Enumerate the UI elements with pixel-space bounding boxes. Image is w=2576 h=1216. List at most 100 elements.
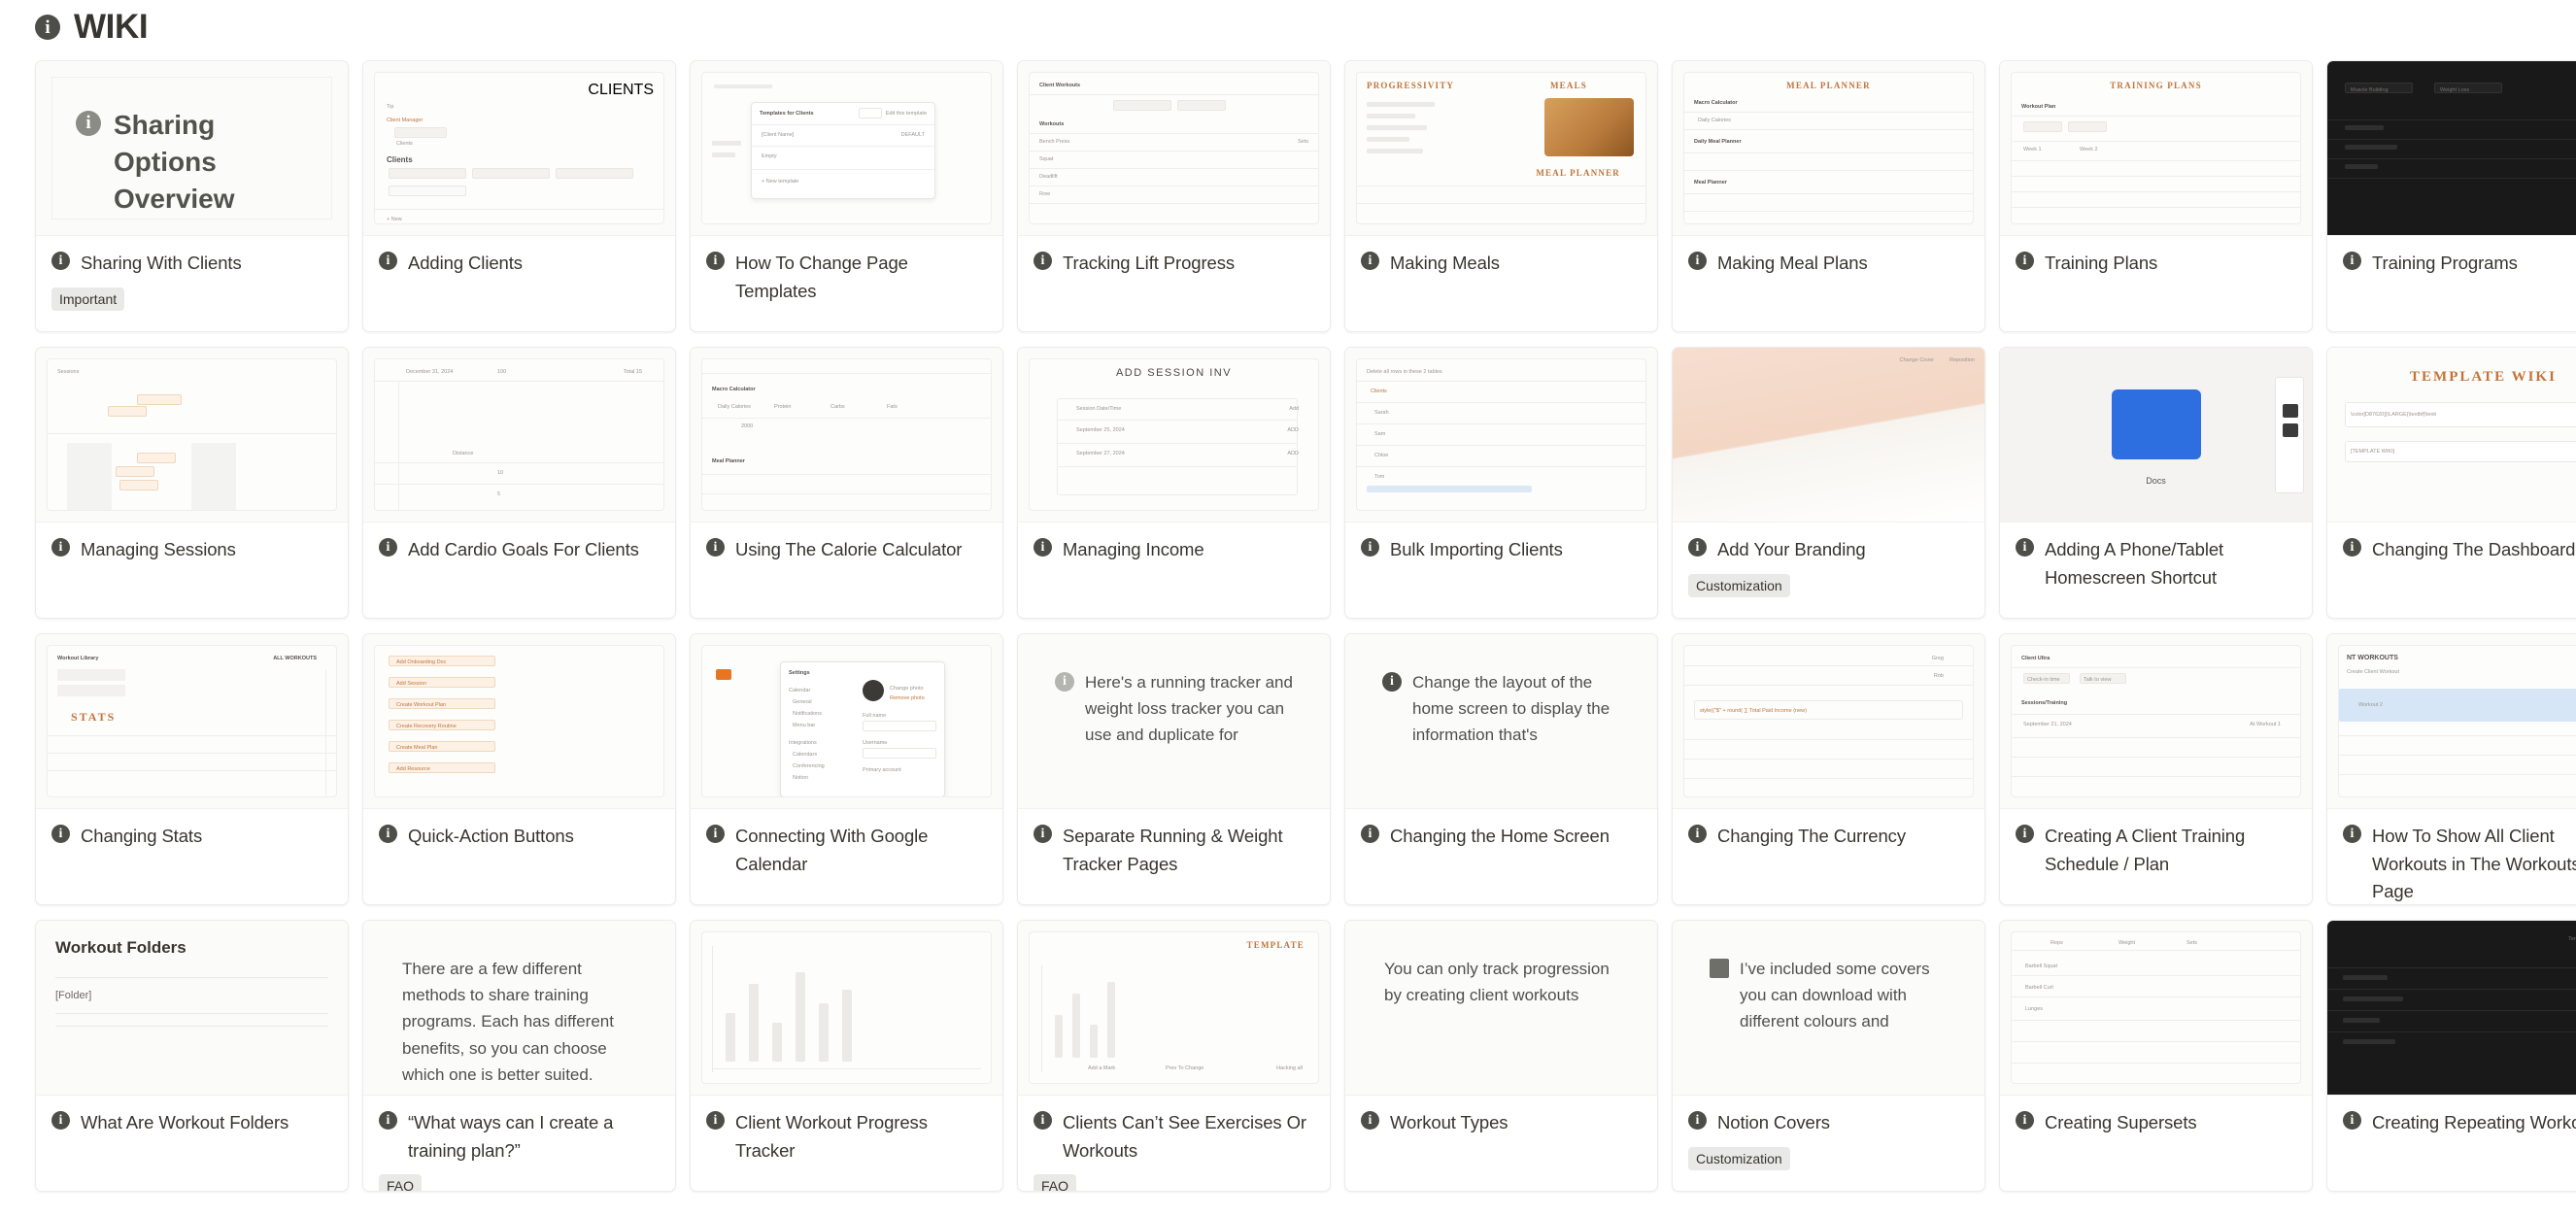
wiki-card[interactable]: There are a few different methods to sha… <box>362 920 676 1192</box>
cover-line: \color[D87620]{\LARGE{\textbf{\texti <box>2351 412 2437 418</box>
wiki-card[interactable]: Delete all rows in these 2 tables Client… <box>1344 347 1658 619</box>
wiki-card[interactable]: TEMPLATE Add a Mark Prev To Change Hacki… <box>1017 920 1331 1192</box>
wiki-card[interactable]: Workout Folders [Folder] i What Are Work… <box>35 920 349 1192</box>
card-body: i What Are Workout Folders <box>36 1096 348 1191</box>
card-body: i Sharing With Clients Important <box>36 236 348 331</box>
cover-line: style(("$" + round( ∑ Total Paid Income … <box>1700 708 1807 714</box>
card-title: Changing The Dashboard Color <box>2372 539 2576 559</box>
card-body: i Changing The Dashboard Color <box>2327 523 2576 618</box>
cover-line: Chloe <box>1374 453 1389 458</box>
wiki-card[interactable]: i Client Workout Progress Tracker <box>690 920 1003 1192</box>
wiki-card[interactable]: Sessions i Managing Sessions <box>35 347 349 619</box>
wiki-card[interactable]: ADD SESSION INV Session Date/Time Add Se… <box>1017 347 1331 619</box>
cover-text: There are a few different methods to sha… <box>402 960 614 1084</box>
wiki-card[interactable]: You can only track progression by creati… <box>1344 920 1658 1192</box>
cover-line: Check-in time <box>2027 677 2060 683</box>
cover-line: Greg <box>1931 656 1944 661</box>
info-icon: i <box>1382 672 1402 692</box>
wiki-card[interactable]: December 31, 2024 100 Total 15 Distance … <box>362 347 676 619</box>
wiki-card[interactable]: TRAINING PLANS Workout Plan Week 1 Week … <box>1999 60 2313 332</box>
cover-text: You can only track progression by creati… <box>1384 960 1610 1005</box>
cover-line: Settings <box>789 670 810 676</box>
wiki-card[interactable]: Reps Weight Sets Barbell Squat Barbell C… <box>1999 920 2313 1192</box>
card-title-row: i Changing Stats <box>51 823 332 851</box>
wiki-card[interactable]: Macro Calculator Daily Calories Protein … <box>690 347 1003 619</box>
cover-line: Workout Plan <box>2021 104 2056 110</box>
cover-line: Meal Planner <box>712 458 745 464</box>
cover-line: Notion <box>793 775 808 781</box>
card-body: i Making Meal Plans <box>1673 236 1984 331</box>
card-body: i Notion Covers Customization <box>1673 1096 1984 1191</box>
card-title: Making Meal Plans <box>1717 253 1868 273</box>
cover-line: Add Onboarding Doc <box>396 659 447 665</box>
info-icon: i <box>1034 538 1052 557</box>
cover-preview: PROGRESSIVITY MEALS MEAL PLANNER <box>1356 72 1646 224</box>
cover-line: Distance <box>453 451 474 456</box>
cover-heading: PROGRESSIVITY <box>1367 81 1455 90</box>
cover-chip <box>859 108 882 118</box>
cover-preview: Templates for Clients Edit this template… <box>701 72 992 224</box>
card-title: Add Cardio Goals For Clients <box>408 539 639 559</box>
wiki-card[interactable]: i Here's a running tracker and weight lo… <box>1017 633 1331 905</box>
card-title: Clients Can’t See Exercises Or Workouts <box>1063 1112 1306 1161</box>
info-icon: i <box>379 252 397 270</box>
cover-line: Change Cover <box>1899 357 1934 363</box>
wiki-card[interactable]: NT WORKOUTS Create Client Workout Workou… <box>2326 633 2576 905</box>
card-cover: December 31, 2024 100 Total 15 Distance … <box>363 348 675 523</box>
cover-line: Muscle Building <box>2351 87 2389 93</box>
card-body: i Making Meals <box>1345 236 1657 331</box>
page-title: WIKI <box>74 8 149 46</box>
card-title-row: i Connecting With Google Calendar <box>706 823 987 878</box>
wiki-card[interactable]: Client Workouts Workouts Bench Press Squ… <box>1017 60 1331 332</box>
cover-line: 10 <box>497 470 504 476</box>
cover-line: Primary account <box>863 767 901 773</box>
wiki-card[interactable]: i Sharing Options Overview i Sharing Wit… <box>35 60 349 332</box>
card-title-row: i Using The Calorie Calculator <box>706 536 987 564</box>
card-body: i Changing Stats <box>36 809 348 904</box>
card-title-row: i Creating A Client Training Schedule / … <box>2016 823 2296 878</box>
wiki-card[interactable]: Client Ultra Check-in time Talk to view … <box>1999 633 2313 905</box>
cover-line: Sam <box>1374 431 1386 437</box>
wiki-card[interactable]: Workout Library ALL WORKOUTS STATS i Cha… <box>35 633 349 905</box>
card-title: How To Change Page Templates <box>735 253 908 301</box>
cover-line: Protein <box>774 404 792 410</box>
wiki-card[interactable]: PROGRESSIVITY MEALS MEAL PLANNER i Makin <box>1344 60 1658 332</box>
tag-row: Customization <box>1688 573 1969 597</box>
cover-line: DEFAULT <box>900 132 925 138</box>
cover-line: Workout Library <box>57 656 99 661</box>
card-title-row: i Quick-Action Buttons <box>379 823 660 851</box>
wiki-card[interactable]: i Change the layout of the home screen t… <box>1344 633 1658 905</box>
wiki-card[interactable]: Template for Repeating Workouts i Creati… <box>2326 920 2576 1192</box>
card-title-row: i Making Meal Plans <box>1688 250 1969 278</box>
cover-line: Macro Calculator <box>712 387 756 392</box>
card-body: i Tracking Lift Progress <box>1018 236 1330 331</box>
wiki-card[interactable]: Change Cover Reposition i Add Your Brand… <box>1672 347 1985 619</box>
card-cover: Settings Calendar General Notifications … <box>691 634 1002 809</box>
cover-preview: CLIENTS Tip Client Manager Clients Clien… <box>374 72 664 224</box>
card-body: i Training Programs <box>2327 236 2576 331</box>
wiki-card[interactable]: Muscle Building Weight Loss i Training P… <box>2326 60 2576 332</box>
cover-line: Empty <box>762 153 777 159</box>
info-icon: i <box>2343 252 2361 270</box>
card-title: Notion Covers <box>1717 1112 1830 1132</box>
cover-line: [TEMPLATE WIKI] <box>2351 449 2395 455</box>
cover-line: Conferencing <box>793 763 825 769</box>
wiki-card[interactable]: TEMPLATE WIKI \color[D87620]{\LARGE{\tex… <box>2326 347 2576 619</box>
cover-heading: MEAL PLANNER <box>1786 81 1871 90</box>
card-title-row: i Clients Can’t See Exercises Or Workout… <box>1034 1109 1314 1165</box>
wiki-card[interactable]: Greg Rob style(("$" + round( ∑ Total Pai… <box>1672 633 1985 905</box>
card-title-row: i Add Your Branding <box>1688 536 1969 564</box>
cover-text-preview: You can only track progression by creati… <box>1361 936 1642 1079</box>
card-body: i Quick-Action Buttons <box>363 809 675 904</box>
info-icon: i <box>2343 825 2361 843</box>
wiki-card[interactable]: I’ve included some covers you can downlo… <box>1672 920 1985 1192</box>
wiki-card[interactable]: CLIENTS Tip Client Manager Clients Clien… <box>362 60 676 332</box>
cover-line: Clients <box>1371 388 1387 394</box>
card-title: Creating A Client Training Schedule / Pl… <box>2045 826 2246 874</box>
wiki-card[interactable]: Settings Calendar General Notifications … <box>690 633 1003 905</box>
wiki-card[interactable]: Templates for Clients Edit this template… <box>690 60 1003 332</box>
wiki-card[interactable]: Add Onboarding Doc Add Session Create Wo… <box>362 633 676 905</box>
wiki-card[interactable]: Docs i Adding A Phone/Tablet Homescreen … <box>1999 347 2313 619</box>
wiki-card[interactable]: MEAL PLANNER Macro Calculator Daily Calo… <box>1672 60 1985 332</box>
card-body: i Managing Income <box>1018 523 1330 618</box>
